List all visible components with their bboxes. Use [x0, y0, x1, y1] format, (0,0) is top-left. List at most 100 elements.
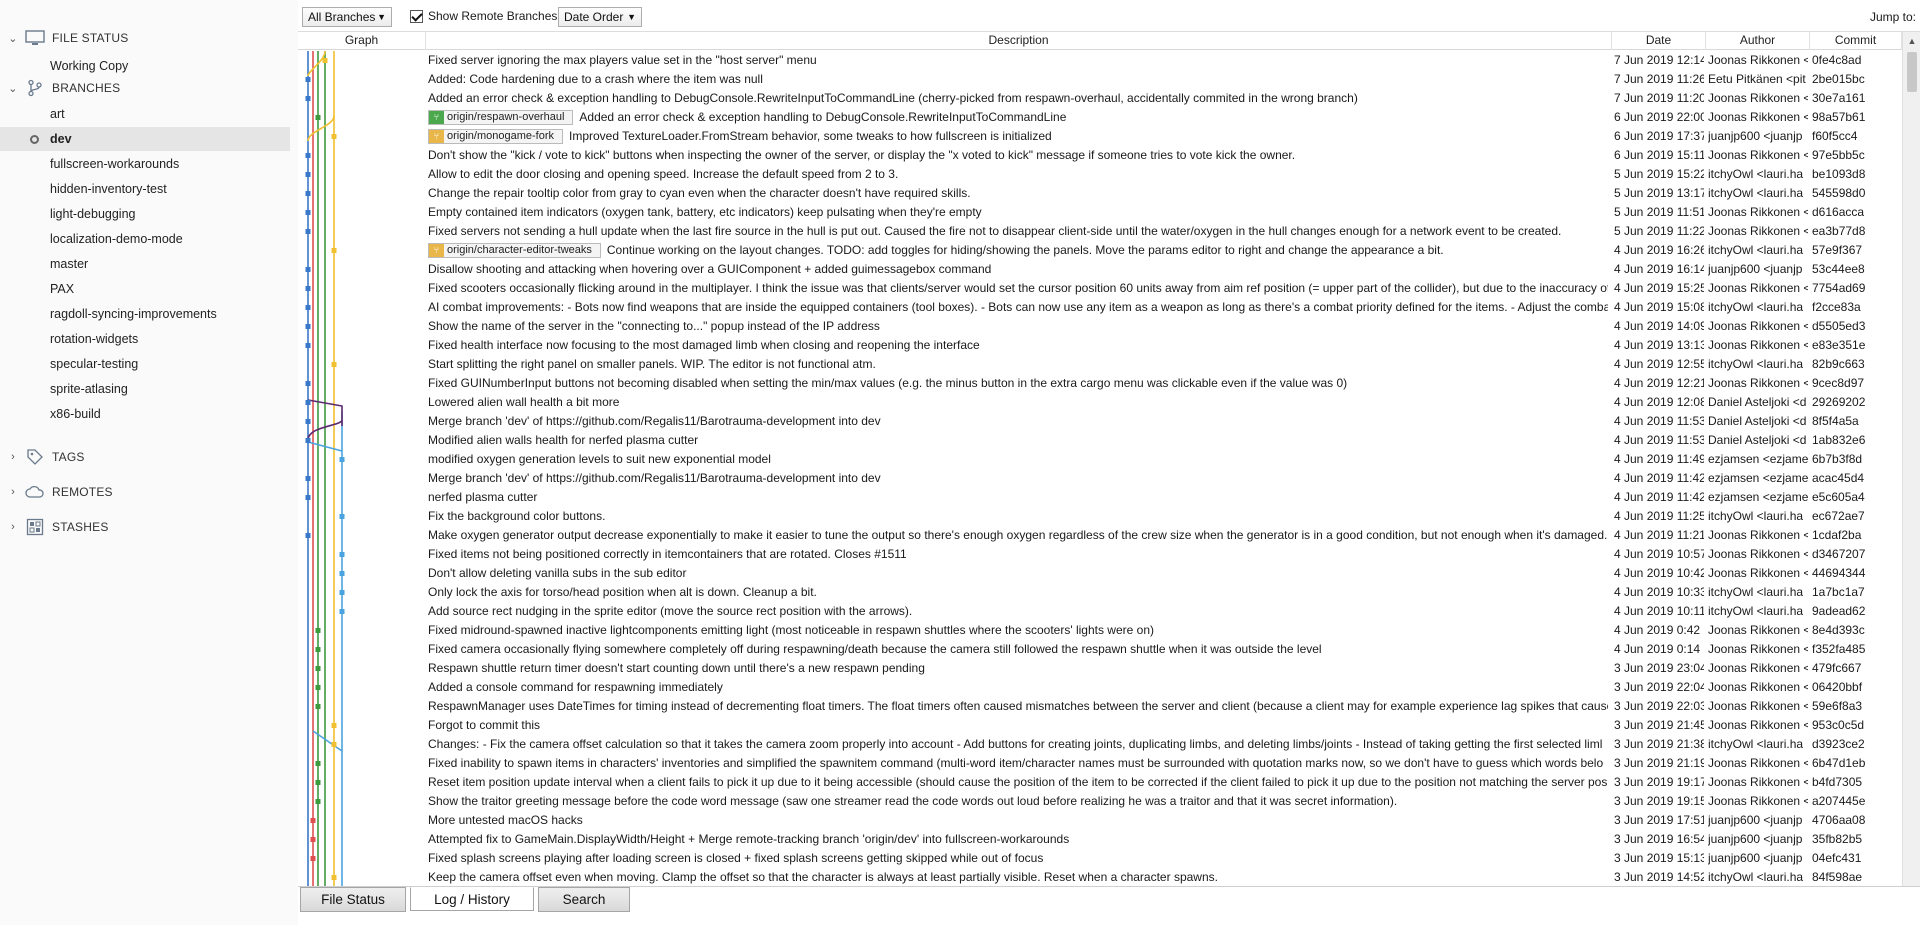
section-file-status[interactable]: ⌄ FILE STATUS: [0, 26, 292, 50]
section-stashes[interactable]: › STASHES: [0, 515, 292, 539]
commit-hash: 0fe4c8ad: [1812, 53, 1862, 67]
sidebar-item-label: master: [50, 257, 89, 271]
remote-branch-label[interactable]: ⑂ origin/respawn-overhaul: [428, 110, 574, 125]
commit-row[interactable]: Start splitting the right panel on small…: [298, 355, 1900, 374]
sidebar-item-branch[interactable]: specular-testing: [0, 352, 290, 376]
remote-branch-label[interactable]: ⑂ origin/monogame-fork: [428, 129, 563, 144]
commit-row[interactable]: nerfed plasma cutter 4 Jun 2019 11:42 ezja…: [298, 488, 1900, 507]
sidebar-item-branch[interactable]: sprite-atlasing: [0, 377, 290, 401]
commit-row[interactable]: Disallow shooting and attacking when hov…: [298, 260, 1900, 279]
section-remotes[interactable]: › REMOTES: [0, 480, 292, 504]
commit-row[interactable]: Fixed GUINumberInput buttons not becomin…: [298, 374, 1900, 393]
tab-search[interactable]: Search: [538, 887, 630, 912]
commit-row[interactable]: Allow to edit the door closing and openi…: [298, 165, 1900, 184]
sidebar-item-branch[interactable]: master: [0, 252, 290, 276]
commit-row[interactable]: Reset item position update interval when…: [298, 773, 1900, 792]
commit-description: Fixed camera occasionally flying somewhe…: [428, 640, 1608, 659]
vertical-scrollbar[interactable]: ▲: [1902, 32, 1920, 887]
sidebar-item-branch[interactable]: localization-demo-mode: [0, 227, 290, 251]
scrollbar-thumb[interactable]: [1907, 52, 1917, 92]
commit-date: 7 Jun 2019 11:20: [1614, 91, 1704, 105]
section-tags[interactable]: › TAGS: [0, 445, 292, 469]
monitor-icon: [24, 29, 46, 47]
chevron-down-icon[interactable]: ⌄: [6, 82, 20, 95]
commit-row[interactable]: Merge branch 'dev' of https://github.com…: [298, 469, 1900, 488]
commit-row[interactable]: ⑂ origin/character-editor-tweaks Continue …: [298, 241, 1900, 260]
commit-row[interactable]: Empty contained item indicators (oxygen …: [298, 203, 1900, 222]
commit-row[interactable]: Respawn shuttle return timer doesn't sta…: [298, 659, 1900, 678]
commit-row[interactable]: Keep the camera offset even when moving.…: [298, 868, 1900, 886]
order-dropdown[interactable]: Date Order ▼: [558, 7, 642, 27]
commit-row[interactable]: Show the name of the server in the "conn…: [298, 317, 1900, 336]
sidebar-item-branch[interactable]: art: [0, 102, 290, 126]
commit-row[interactable]: Show the traitor greeting message before…: [298, 792, 1900, 811]
commit-row[interactable]: Make oxygen generator output decrease ex…: [298, 526, 1900, 545]
column-date[interactable]: Date: [1612, 32, 1706, 50]
commit-row[interactable]: Fixed health interface now focusing to t…: [298, 336, 1900, 355]
chevron-right-icon[interactable]: ›: [6, 451, 20, 463]
commit-row[interactable]: Fixed items not being positioned correct…: [298, 545, 1900, 564]
tab-log-history[interactable]: Log / History: [410, 887, 534, 911]
section-branches[interactable]: ⌄ BRANCHES: [0, 76, 292, 100]
commit-row[interactable]: Fixed midround-spawned inactive lightcom…: [298, 621, 1900, 640]
commit-row[interactable]: Forgot to commit this 3 Jun 2019 21:45 Joo…: [298, 716, 1900, 735]
commit-row[interactable]: Fixed camera occasionally flying somewhe…: [298, 640, 1900, 659]
scroll-up-arrow-icon[interactable]: ▲: [1903, 32, 1920, 50]
column-author[interactable]: Author: [1706, 32, 1810, 50]
commit-hash: 44694344: [1812, 566, 1866, 580]
commit-row[interactable]: Attempted fix to GameMain.DisplayWidth/H…: [298, 830, 1900, 849]
commit-row[interactable]: Added an error check & exception handlin…: [298, 89, 1900, 108]
sidebar-item-label: light-debugging: [50, 207, 136, 221]
commit-message: Respawn shuttle return timer doesn't sta…: [428, 661, 925, 675]
sidebar-item-branch[interactable]: x86-build: [0, 402, 290, 426]
commit-row[interactable]: Don't allow deleting vanilla subs in the…: [298, 564, 1900, 583]
commit-row[interactable]: Fix the background color buttons. 4 Jun 2…: [298, 507, 1900, 526]
commit-row[interactable]: RespawnManager uses DateTimes for timing…: [298, 697, 1900, 716]
commit-row[interactable]: Merge branch 'dev' of https://github.com…: [298, 412, 1900, 431]
commit-row[interactable]: Modified alien walls health for nerfed p…: [298, 431, 1900, 450]
commit-row[interactable]: Lowered alien wall health a bit more 4 Ju…: [298, 393, 1900, 412]
commit-row[interactable]: Fixed servers not sending a hull update …: [298, 222, 1900, 241]
commit-row[interactable]: Changes: - Fix the camera offset calcula…: [298, 735, 1900, 754]
commit-date: 3 Jun 2019 19:17: [1614, 775, 1704, 789]
sidebar-item-branch[interactable]: dev: [0, 127, 290, 151]
chevron-down-icon[interactable]: ⌄: [6, 32, 20, 45]
commit-row[interactable]: Fixed inability to spawn items in charac…: [298, 754, 1900, 773]
commit-date: 3 Jun 2019 21:19: [1614, 756, 1704, 770]
commit-row[interactable]: Added a console command for respawning i…: [298, 678, 1900, 697]
commit-row[interactable]: Don't show the "kick / vote to kick" but…: [298, 146, 1900, 165]
commit-row[interactable]: Added: Code hardening due to a crash whe…: [298, 70, 1900, 89]
branch-filter-dropdown[interactable]: All Branches ▼: [302, 7, 392, 27]
chevron-right-icon[interactable]: ›: [6, 521, 20, 533]
commit-row[interactable]: modified oxygen generation levels to sui…: [298, 450, 1900, 469]
checkbox-checked-icon[interactable]: [410, 9, 423, 23]
commit-row[interactable]: AI combat improvements: - Bots now find …: [298, 298, 1900, 317]
commit-row[interactable]: Add source rect nudging in the sprite ed…: [298, 602, 1900, 621]
column-commit[interactable]: Commit: [1810, 32, 1902, 50]
column-description[interactable]: Description: [426, 32, 1612, 50]
show-remote-branches-checkbox[interactable]: Show Remote Branches: [410, 9, 557, 23]
commit-hash: be1093d8: [1812, 167, 1866, 181]
tab-file-status[interactable]: File Status: [300, 887, 406, 912]
sidebar-item-branch[interactable]: PAX: [0, 277, 290, 301]
chevron-right-icon[interactable]: ›: [6, 486, 20, 498]
commit-row[interactable]: ⑂ origin/monogame-fork Improved TextureLoa…: [298, 127, 1900, 146]
commit-description: Only lock the axis for torso/head positi…: [428, 583, 1608, 602]
dropdown-value: Date Order: [564, 10, 624, 24]
commit-row[interactable]: Fixed server ignoring the max players va…: [298, 51, 1900, 70]
column-graph[interactable]: Graph: [298, 32, 426, 50]
remote-branch-label[interactable]: ⑂ origin/character-editor-tweaks: [428, 243, 601, 258]
commit-row[interactable]: ⑂ origin/respawn-overhaul Added an error c…: [298, 108, 1900, 127]
commit-row[interactable]: More untested macOS hacks 3 Jun 2019 17:5…: [298, 811, 1900, 830]
commit-row[interactable]: Only lock the axis for torso/head positi…: [298, 583, 1900, 602]
commit-row[interactable]: Change the repair tooltip color from gra…: [298, 184, 1900, 203]
commit-row[interactable]: Fixed splash screens playing after loadi…: [298, 849, 1900, 868]
sidebar-item-branch[interactable]: hidden-inventory-test: [0, 177, 290, 201]
sidebar-item-working-copy[interactable]: Working Copy: [0, 54, 290, 78]
sidebar-item-branch[interactable]: fullscreen-workarounds: [0, 152, 290, 176]
sidebar-item-branch[interactable]: rotation-widgets: [0, 327, 290, 351]
commit-hash: 84f598ae: [1812, 870, 1863, 884]
sidebar-item-branch[interactable]: light-debugging: [0, 202, 290, 226]
sidebar-item-branch[interactable]: ragdoll-syncing-improvements: [0, 302, 290, 326]
commit-row[interactable]: Fixed scooters occasionally flicking aro…: [298, 279, 1900, 298]
